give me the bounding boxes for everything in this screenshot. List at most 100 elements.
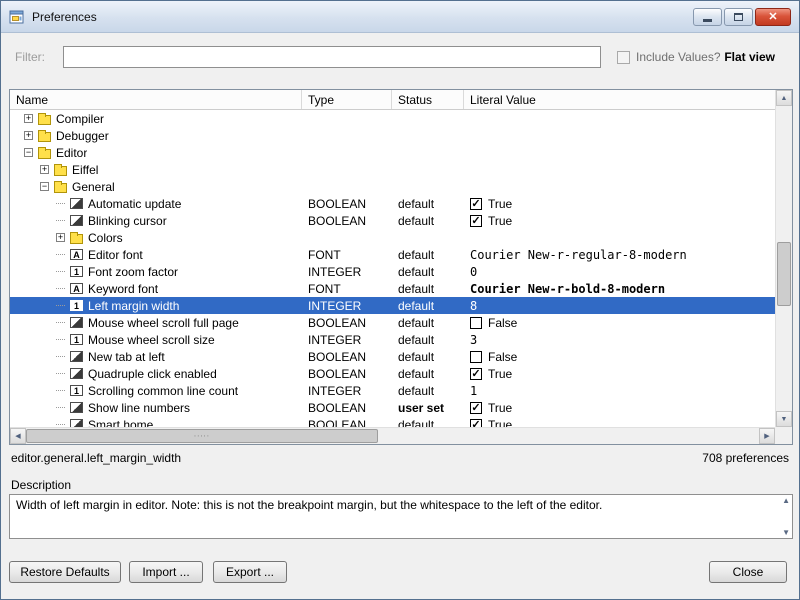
tree-row[interactable]: 1Left margin widthINTEGERdefault8 — [10, 297, 775, 314]
checkbox-icon[interactable] — [617, 51, 630, 64]
tree-row[interactable]: 1Mouse wheel scroll sizeINTEGERdefault3 — [10, 331, 775, 348]
status-cell: default — [392, 418, 464, 428]
tree-connector — [56, 322, 65, 323]
expand-icon[interactable]: + — [40, 165, 49, 174]
maximize-button[interactable] — [724, 8, 753, 26]
collapse-icon[interactable]: − — [40, 182, 49, 191]
scroll-left-button[interactable]: ◀ — [10, 428, 26, 444]
value-text: True — [488, 214, 512, 228]
integer-pref-icon: 1 — [70, 266, 83, 277]
description-scroll-down-icon[interactable]: ▼ — [782, 528, 790, 537]
vertical-scroll-thumb[interactable] — [777, 242, 791, 306]
type-cell: BOOLEAN — [302, 214, 392, 228]
column-header-type[interactable]: Type — [302, 90, 392, 109]
flat-view-button[interactable]: Flat view — [724, 50, 775, 64]
unchecked-checkbox-icon[interactable] — [470, 317, 482, 329]
tree-row[interactable]: Automatic updateBOOLEANdefault✓True — [10, 195, 775, 212]
value-cell: ✓True — [464, 401, 775, 415]
tree-item-label: Editor — [56, 146, 87, 160]
scroll-down-button[interactable]: ▼ — [776, 411, 792, 427]
font-pref-icon: A — [70, 283, 83, 294]
name-cell: Automatic update — [10, 197, 302, 211]
value-text: 1 — [470, 384, 477, 398]
tree-row[interactable]: Mouse wheel scroll full pageBOOLEANdefau… — [10, 314, 775, 331]
scroll-up-button[interactable]: ▲ — [776, 90, 792, 106]
tree-row[interactable]: 1Font zoom factorINTEGERdefault0 — [10, 263, 775, 280]
down-arrow-icon: ▼ — [781, 416, 788, 423]
import-button[interactable]: Import ... — [129, 561, 203, 583]
tree-row[interactable]: +Compiler — [10, 110, 775, 127]
tree-row[interactable]: 1Scrolling common line countINTEGERdefau… — [10, 382, 775, 399]
value-cell: False — [464, 350, 775, 364]
tree-row[interactable]: New tab at leftBOOLEANdefaultFalse — [10, 348, 775, 365]
value-cell: 8 — [464, 299, 775, 313]
column-header-status[interactable]: Status — [392, 90, 464, 109]
close-icon: ✕ — [768, 10, 777, 23]
value-cell: 1 — [464, 384, 775, 398]
filter-input[interactable] — [63, 46, 601, 68]
tree-row[interactable]: − Editor — [10, 144, 775, 161]
selected-preference-path: editor.general.left_margin_width — [11, 451, 181, 465]
tree-row[interactable]: − General — [10, 178, 775, 195]
boolean-pref-icon — [70, 351, 83, 362]
unchecked-checkbox-icon[interactable] — [470, 351, 482, 363]
tree-item-label: General — [72, 180, 115, 194]
expand-icon[interactable]: + — [24, 131, 33, 140]
tree-row[interactable]: Show line numbersBOOLEANuser set✓True — [10, 399, 775, 416]
tree-item-label: Eiffel — [72, 163, 98, 177]
tree-row[interactable]: Smart homeBOOLEANdefault✓True — [10, 416, 775, 427]
preference-count: 708 preferences — [702, 451, 789, 465]
tree-item-label: New tab at left — [88, 350, 165, 364]
preferences-window: Preferences ✕ Filter: Include Values? Fl… — [0, 0, 800, 600]
type-cell: BOOLEAN — [302, 197, 392, 211]
name-cell: 1Scrolling common line count — [10, 384, 302, 398]
minimize-button[interactable] — [693, 8, 722, 26]
checked-checkbox-icon[interactable]: ✓ — [470, 215, 482, 227]
expand-icon[interactable]: + — [56, 233, 65, 242]
status-cell: default — [392, 384, 464, 398]
description-box: Width of left margin in editor. Note: th… — [9, 494, 793, 539]
export-button[interactable]: Export ... — [213, 561, 287, 583]
include-values-checkbox[interactable]: Include Values? — [617, 50, 721, 64]
column-header-literal-value[interactable]: Literal Value — [464, 90, 775, 109]
tree-row[interactable]: +Colors — [10, 229, 775, 246]
value-cell: Courier New-r-regular-8-modern — [464, 248, 775, 262]
tree-row[interactable]: + Eiffel — [10, 161, 775, 178]
folder-icon — [38, 115, 51, 125]
description-scroll-up-icon[interactable]: ▲ — [782, 496, 790, 505]
scroll-right-button[interactable]: ▶ — [759, 428, 775, 444]
checked-checkbox-icon[interactable]: ✓ — [470, 198, 482, 210]
tree-row[interactable]: Quadruple click enabledBOOLEANdefault✓Tr… — [10, 365, 775, 382]
tree-connector — [56, 220, 65, 221]
value-text: True — [488, 367, 512, 381]
vertical-scrollbar[interactable]: ▲ ▼ — [775, 90, 792, 427]
checked-checkbox-icon[interactable]: ✓ — [470, 419, 482, 428]
tree-connector — [56, 424, 65, 425]
close-window-button[interactable]: ✕ — [755, 8, 791, 26]
collapse-icon[interactable]: − — [24, 148, 33, 157]
checked-checkbox-icon[interactable]: ✓ — [470, 368, 482, 380]
tree-item-label: Font zoom factor — [88, 265, 178, 279]
boolean-pref-icon — [70, 198, 83, 209]
folder-icon — [54, 183, 67, 193]
tree-row[interactable]: AKeyword fontFONTdefaultCourier New-r-bo… — [10, 280, 775, 297]
expand-icon[interactable]: + — [24, 114, 33, 123]
preferences-tree-panel: Name Type Status Literal Value +Compiler… — [9, 89, 793, 445]
tree-row[interactable]: Blinking cursorBOOLEANdefault✓True — [10, 212, 775, 229]
boolean-pref-icon — [70, 215, 83, 226]
restore-defaults-button[interactable]: Restore Defaults — [9, 561, 121, 583]
checked-checkbox-icon[interactable]: ✓ — [470, 402, 482, 414]
horizontal-scroll-thumb[interactable]: ∙∙∙∙∙ — [26, 429, 378, 443]
status-cell: default — [392, 282, 464, 296]
tree-item-label: Quadruple click enabled — [88, 367, 217, 381]
column-header-name[interactable]: Name — [10, 90, 302, 109]
up-arrow-icon: ▲ — [781, 95, 788, 102]
horizontal-scrollbar[interactable]: ◀ ∙∙∙∙∙ ▶ — [10, 427, 775, 444]
status-cell: default — [392, 299, 464, 313]
tree-row[interactable]: AEditor fontFONTdefaultCourier New-r-reg… — [10, 246, 775, 263]
close-button[interactable]: Close — [709, 561, 787, 583]
app-icon — [9, 9, 25, 25]
name-cell: +Compiler — [10, 112, 302, 126]
status-cell: default — [392, 333, 464, 347]
tree-row[interactable]: +Debugger — [10, 127, 775, 144]
